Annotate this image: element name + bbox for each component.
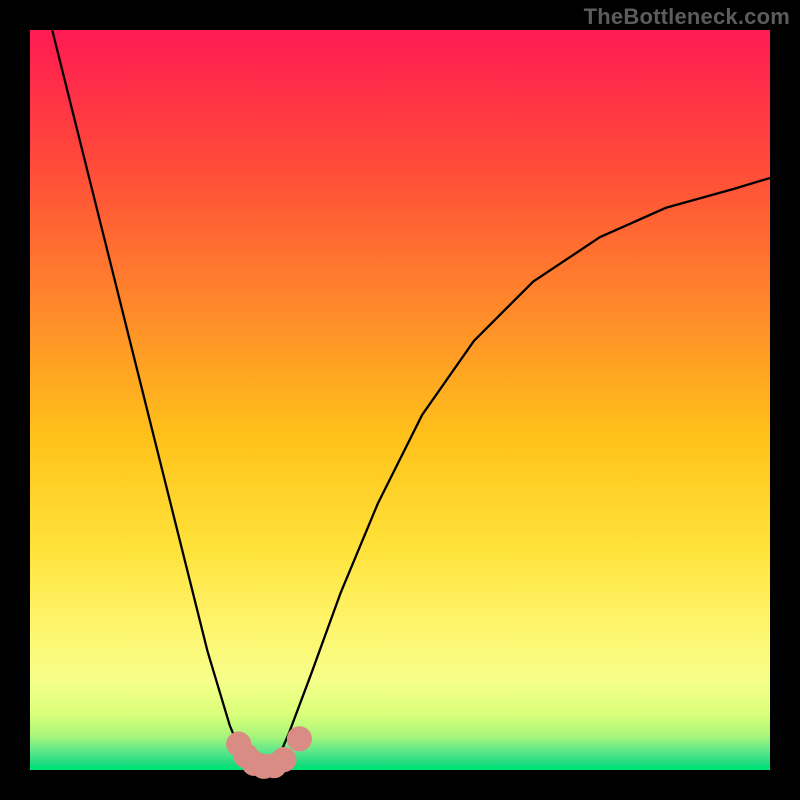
watermark-text: TheBottleneck.com	[584, 4, 790, 30]
baseline-band	[30, 766, 770, 770]
chart-stage: TheBottleneck.com	[0, 0, 800, 800]
chart-canvas	[0, 0, 800, 800]
plot-background	[30, 30, 770, 770]
dip-marker	[271, 747, 296, 772]
dip-marker	[287, 726, 312, 751]
